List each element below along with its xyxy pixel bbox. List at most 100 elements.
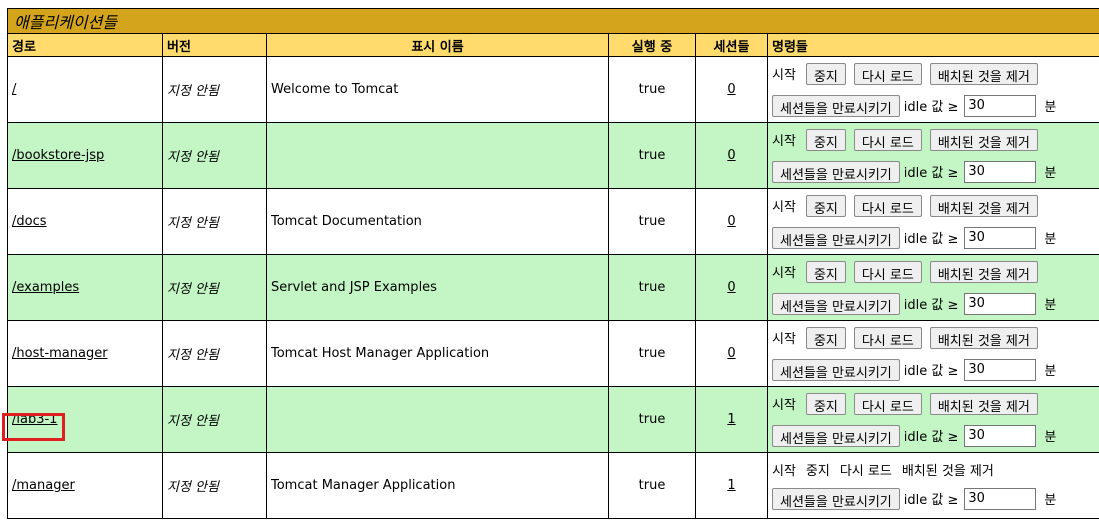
app-running: true bbox=[608, 254, 696, 321]
table-header-row: 경로 버전 표시 이름 실행 중 세션들 명령들 bbox=[7, 33, 1099, 57]
start-label: 시작 bbox=[772, 398, 796, 413]
minutes-label: 분 bbox=[1044, 298, 1057, 313]
expire-sessions-button[interactable]: 세션들을 만료시키기 bbox=[772, 487, 900, 510]
app-version: 지정 안됨 bbox=[162, 452, 267, 519]
app-display-name: Welcome to Tomcat bbox=[266, 56, 609, 123]
stop-button[interactable]: 중지 bbox=[805, 128, 846, 151]
table-row: /lab3-1 지정 안됨 true 1 시작 중지 다시 로드 배치된 것을 … bbox=[7, 386, 1099, 453]
app-sessions-link[interactable]: 0 bbox=[727, 148, 735, 163]
app-sessions-link[interactable]: 0 bbox=[727, 280, 735, 295]
app-sessions-link[interactable]: 0 bbox=[727, 214, 735, 229]
command-line-expire: 세션들을 만료시키기 idle 값 ≥ 분 bbox=[772, 91, 1095, 121]
start-label: 시작 bbox=[772, 332, 796, 347]
app-version: 지정 안됨 bbox=[162, 386, 267, 453]
expire-sessions-button[interactable]: 세션들을 만료시키기 bbox=[772, 94, 900, 117]
column-header-path: 경로 bbox=[7, 33, 163, 57]
idle-label: idle 값 ≥ bbox=[903, 232, 959, 247]
app-display-name: Tomcat Manager Application bbox=[266, 452, 609, 519]
minutes-label: 분 bbox=[1044, 364, 1057, 379]
idle-label: idle 값 ≥ bbox=[903, 430, 959, 445]
expire-sessions-button[interactable]: 세션들을 만료시키기 bbox=[772, 424, 900, 447]
reload-button[interactable]: 다시 로드 bbox=[853, 128, 922, 151]
reload-label: 다시 로드 bbox=[839, 464, 892, 479]
app-version: 지정 안됨 bbox=[162, 254, 267, 321]
column-header-display-name: 표시 이름 bbox=[266, 33, 609, 57]
app-path-link[interactable]: /bookstore-jsp bbox=[12, 148, 104, 163]
command-line-lifecycle: 시작 중지 다시 로드 배치된 것을 제거 bbox=[772, 125, 1095, 155]
idle-input[interactable] bbox=[964, 424, 1037, 447]
table-row: / 지정 안됨 Welcome to Tomcat true 0 시작 중지 다… bbox=[7, 56, 1099, 123]
minutes-label: 분 bbox=[1044, 430, 1057, 445]
minutes-label: 분 bbox=[1044, 232, 1057, 247]
app-version: 지정 안됨 bbox=[162, 320, 267, 387]
app-sessions-link[interactable]: 0 bbox=[727, 346, 735, 361]
app-version: 지정 안됨 bbox=[162, 56, 267, 123]
table-row: /manager 지정 안됨 Tomcat Manager Applicatio… bbox=[7, 452, 1099, 519]
undeploy-button[interactable]: 배치된 것을 제거 bbox=[929, 194, 1038, 217]
column-header-running: 실행 중 bbox=[608, 33, 696, 57]
app-path-link[interactable]: /lab3-1 bbox=[12, 412, 57, 427]
expire-sessions-button[interactable]: 세션들을 만료시키기 bbox=[772, 358, 900, 381]
applications-table: 애플리케이션들 경로 버전 표시 이름 실행 중 세션들 명령들 / 지정 안됨… bbox=[6, 8, 1099, 519]
idle-input[interactable] bbox=[964, 94, 1037, 117]
minutes-label: 분 bbox=[1044, 100, 1057, 115]
stop-label: 중지 bbox=[805, 464, 830, 479]
app-sessions-link[interactable]: 1 bbox=[727, 478, 735, 493]
idle-label: idle 값 ≥ bbox=[903, 166, 959, 181]
idle-label: idle 값 ≥ bbox=[903, 364, 959, 379]
app-path-link[interactable]: / bbox=[12, 82, 16, 97]
idle-input[interactable] bbox=[964, 358, 1037, 381]
app-running: true bbox=[608, 386, 696, 453]
app-path-link[interactable]: /host-manager bbox=[12, 346, 108, 361]
column-header-version: 버전 bbox=[162, 33, 267, 57]
command-line-expire: 세션들을 만료시키기 idle 값 ≥ 분 bbox=[772, 355, 1095, 385]
stop-button[interactable]: 중지 bbox=[805, 62, 846, 85]
idle-label: idle 값 ≥ bbox=[903, 493, 959, 508]
stop-button[interactable]: 중지 bbox=[805, 326, 846, 349]
start-label: 시작 bbox=[772, 266, 796, 281]
expire-sessions-button[interactable]: 세션들을 만료시키기 bbox=[772, 160, 900, 183]
command-line-lifecycle: 시작 중지 다시 로드 배치된 것을 제거 bbox=[772, 323, 1095, 353]
command-line-lifecycle: 시작 중지 다시 로드 배치된 것을 제거 bbox=[772, 389, 1095, 419]
app-path-link[interactable]: /examples bbox=[12, 280, 79, 295]
undeploy-button[interactable]: 배치된 것을 제거 bbox=[929, 326, 1038, 349]
app-version: 지정 안됨 bbox=[162, 122, 267, 189]
idle-input[interactable] bbox=[964, 226, 1037, 249]
idle-input[interactable] bbox=[964, 160, 1037, 183]
expire-sessions-button[interactable]: 세션들을 만료시키기 bbox=[772, 292, 900, 315]
command-line-lifecycle: 시작 중지 다시 로드 배치된 것을 제거 bbox=[772, 257, 1095, 287]
reload-button[interactable]: 다시 로드 bbox=[853, 194, 922, 217]
app-sessions-link[interactable]: 1 bbox=[727, 412, 735, 427]
stop-button[interactable]: 중지 bbox=[805, 194, 846, 217]
idle-input[interactable] bbox=[964, 292, 1037, 315]
section-title: 애플리케이션들 bbox=[6, 8, 1099, 34]
section-title-row: 애플리케이션들 bbox=[6, 8, 1099, 34]
table-row: /examples 지정 안됨 Servlet and JSP Examples… bbox=[7, 254, 1099, 321]
app-running: true bbox=[608, 122, 696, 189]
start-label: 시작 bbox=[772, 68, 796, 83]
minutes-label: 분 bbox=[1044, 166, 1057, 181]
app-sessions-link[interactable]: 0 bbox=[727, 82, 735, 97]
expire-sessions-button[interactable]: 세션들을 만료시키기 bbox=[772, 226, 900, 249]
reload-button[interactable]: 다시 로드 bbox=[853, 326, 922, 349]
app-version: 지정 안됨 bbox=[162, 188, 267, 255]
reload-button[interactable]: 다시 로드 bbox=[853, 260, 922, 283]
undeploy-button[interactable]: 배치된 것을 제거 bbox=[929, 260, 1038, 283]
idle-input[interactable] bbox=[964, 487, 1037, 510]
undeploy-label: 배치된 것을 제거 bbox=[901, 464, 994, 479]
reload-button[interactable]: 다시 로드 bbox=[853, 392, 922, 415]
app-display-name: Tomcat Host Manager Application bbox=[266, 320, 609, 387]
app-display-name: Servlet and JSP Examples bbox=[266, 254, 609, 321]
app-running: true bbox=[608, 188, 696, 255]
app-path-link[interactable]: /docs bbox=[12, 214, 47, 229]
undeploy-button[interactable]: 배치된 것을 제거 bbox=[929, 392, 1038, 415]
undeploy-button[interactable]: 배치된 것을 제거 bbox=[929, 128, 1038, 151]
column-header-commands: 명령들 bbox=[766, 33, 1099, 57]
reload-button[interactable]: 다시 로드 bbox=[853, 62, 922, 85]
undeploy-button[interactable]: 배치된 것을 제거 bbox=[929, 62, 1038, 85]
stop-button[interactable]: 중지 bbox=[805, 260, 846, 283]
app-running: true bbox=[608, 56, 696, 123]
stop-button[interactable]: 중지 bbox=[805, 392, 846, 415]
app-path-link[interactable]: /manager bbox=[12, 478, 75, 493]
column-header-sessions: 세션들 bbox=[695, 33, 768, 57]
